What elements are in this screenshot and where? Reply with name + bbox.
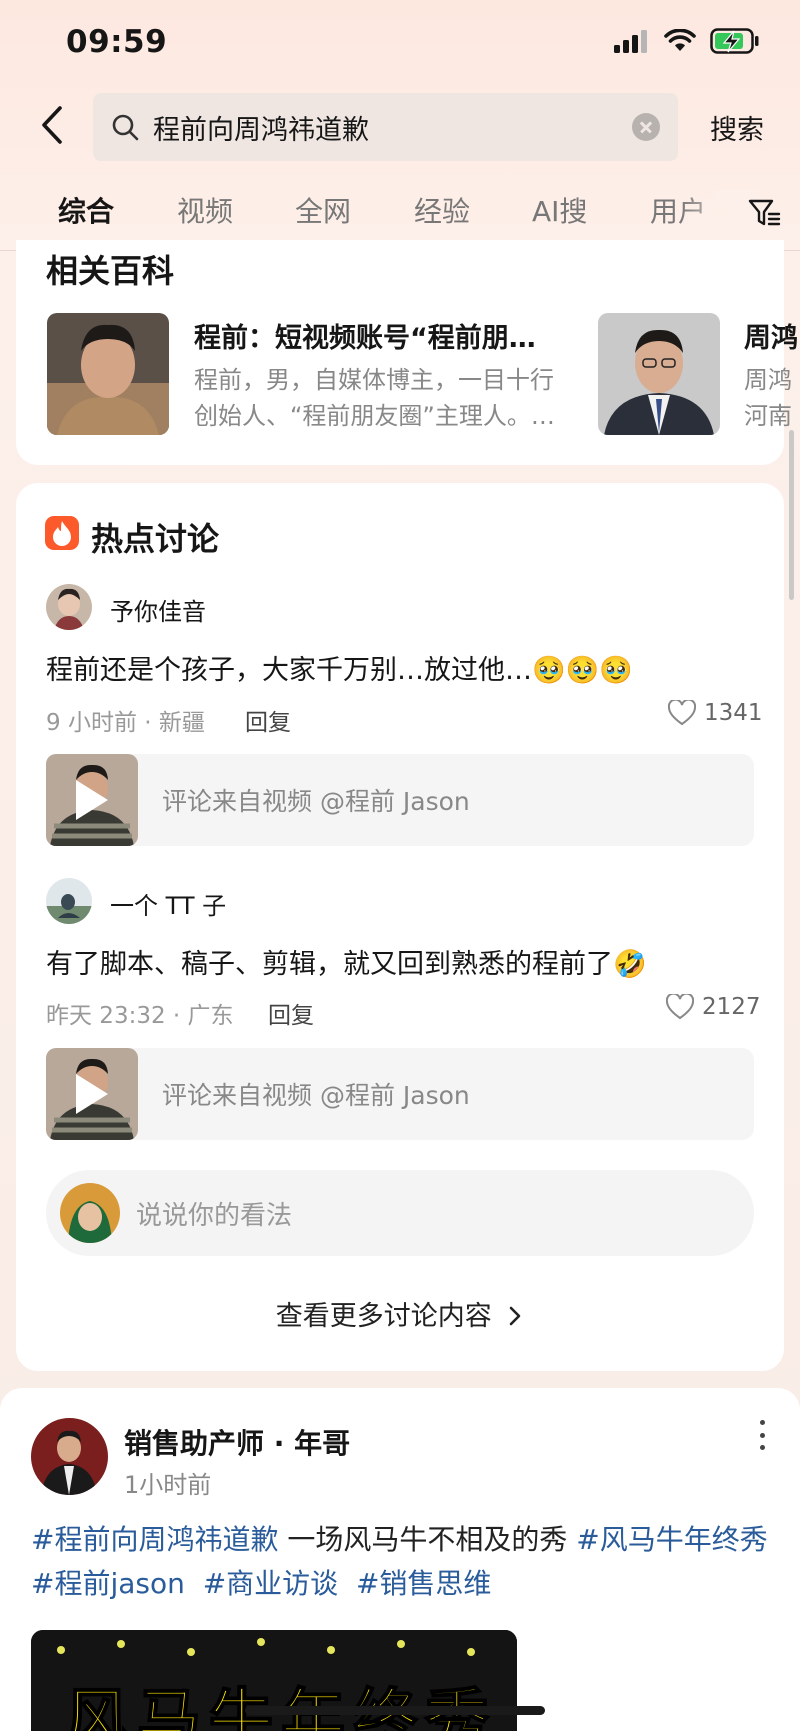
home-indicator[interactable]	[245, 1706, 545, 1715]
baike-item-title[interactable]: 周鸿	[744, 316, 798, 355]
search-button[interactable]: 搜索	[710, 108, 764, 147]
search-query[interactable]: 程前向周鸿祎道歉	[153, 108, 632, 147]
wifi-icon	[664, 29, 696, 51]
comment-text: 程前还是个孩子，大家千万别…放过他…🥹🥹🥹	[46, 655, 633, 686]
my-avatar	[60, 1183, 120, 1243]
emoji: 🥹🥹🥹	[532, 655, 633, 686]
opinion-placeholder: 说说你的看法	[136, 1200, 293, 1231]
more-discussion-label: 查看更多讨论内容	[275, 1301, 492, 1332]
tab-ai-search[interactable]: AI搜	[532, 190, 587, 230]
like-button[interactable]: 1341	[668, 700, 763, 726]
tab-video[interactable]: 视频	[177, 190, 233, 230]
hashtag[interactable]: #程前jason	[31, 1567, 185, 1600]
video-source-text: 评论来自视频 @程前 Jason	[162, 1081, 470, 1110]
comment-meta: 9 小时前 · 新疆	[46, 710, 205, 736]
battery-charging-icon	[710, 28, 759, 54]
comment-video-source[interactable]: 评论来自视频 @程前 Jason	[46, 754, 754, 846]
opinion-input[interactable]: 说说你的看法	[46, 1170, 754, 1256]
baike-item-desc: 周鸿	[744, 366, 792, 394]
fire-icon	[45, 516, 79, 550]
hashtag[interactable]: #程前向周鸿祎道歉	[31, 1523, 278, 1556]
baike-item-desc: 程前，男，自媒体博主，一目十行	[194, 366, 554, 394]
back-button[interactable]	[34, 100, 74, 150]
baike-title: 相关百科	[46, 252, 175, 290]
heart-icon	[668, 700, 696, 726]
play-icon	[76, 1074, 108, 1114]
hashtag[interactable]: #销售思维	[356, 1567, 491, 1600]
video-thumbnail[interactable]	[46, 754, 138, 846]
post-author[interactable]: 销售助产师 · 年哥	[124, 1422, 350, 1462]
comment-username[interactable]: 一个 TT 子	[110, 886, 226, 921]
emoji: 🤣	[613, 949, 647, 980]
comment-meta: 昨天 23:32 · 广东	[46, 1003, 234, 1029]
comment-video-source[interactable]: 评论来自视频 @程前 Jason	[46, 1048, 754, 1140]
heart-icon	[666, 994, 694, 1020]
chevron-right-icon	[509, 1306, 521, 1326]
like-count: 2127	[702, 994, 761, 1020]
reply-button[interactable]: 回复	[268, 996, 314, 1030]
filter-icon[interactable]	[748, 198, 782, 228]
reply-button[interactable]: 回复	[245, 703, 291, 737]
avatar[interactable]	[46, 584, 92, 630]
tab-web[interactable]: 全网	[295, 190, 351, 230]
like-button[interactable]: 2127	[666, 994, 761, 1020]
post-video-thumbnail[interactable]: 风马牛年终秀	[31, 1630, 517, 1731]
clear-icon[interactable]	[632, 113, 660, 141]
more-options-icon[interactable]	[758, 1420, 766, 1450]
status-icons	[614, 28, 760, 54]
baike-image-chengqian[interactable]	[47, 313, 169, 435]
video-thumbnail[interactable]	[46, 1048, 138, 1140]
status-time: 09:59	[66, 24, 168, 60]
video-source-text: 评论来自视频 @程前 Jason	[162, 787, 470, 816]
search-icon	[112, 114, 139, 141]
comment-text: 有了脚本、稿子、剪辑，就又回到熟悉的程前了🤣	[46, 949, 647, 980]
post-time: 1小时前	[124, 1471, 212, 1499]
signal-icon	[614, 30, 647, 53]
author-avatar[interactable]	[31, 1418, 108, 1495]
comment-username[interactable]: 予你佳音	[110, 592, 206, 627]
hot-discussion-title: 热点讨论	[91, 520, 220, 558]
play-icon	[76, 780, 108, 820]
scrollbar[interactable]	[789, 430, 794, 600]
tab-experience[interactable]: 经验	[414, 190, 470, 230]
avatar[interactable]	[46, 878, 92, 924]
tab-comprehensive[interactable]: 综合	[58, 190, 114, 230]
baike-item-title[interactable]: 程前：短视频账号“程前朋…	[194, 316, 536, 355]
search-input[interactable]: 程前向周鸿祎道歉	[93, 93, 678, 161]
hashtag[interactable]: #商业访谈	[203, 1567, 338, 1600]
baike-item-desc: 河南	[744, 402, 792, 430]
baike-image-zhouhongyi[interactable]	[598, 313, 720, 435]
more-discussion-link[interactable]: 查看更多讨论内容	[0, 1294, 800, 1333]
hashtag[interactable]: #风马牛年终秀	[576, 1523, 767, 1556]
video-title-overlay: 风马牛年终秀	[64, 1682, 497, 1731]
like-count: 1341	[704, 700, 763, 726]
baike-item-desc: 创始人、“程前朋友圈”主理人。…	[194, 402, 555, 430]
post-content: #程前向周鸿祎道歉 一场风马牛不相及的秀 #风马牛年终秀 #程前jason #商…	[31, 1523, 768, 1600]
